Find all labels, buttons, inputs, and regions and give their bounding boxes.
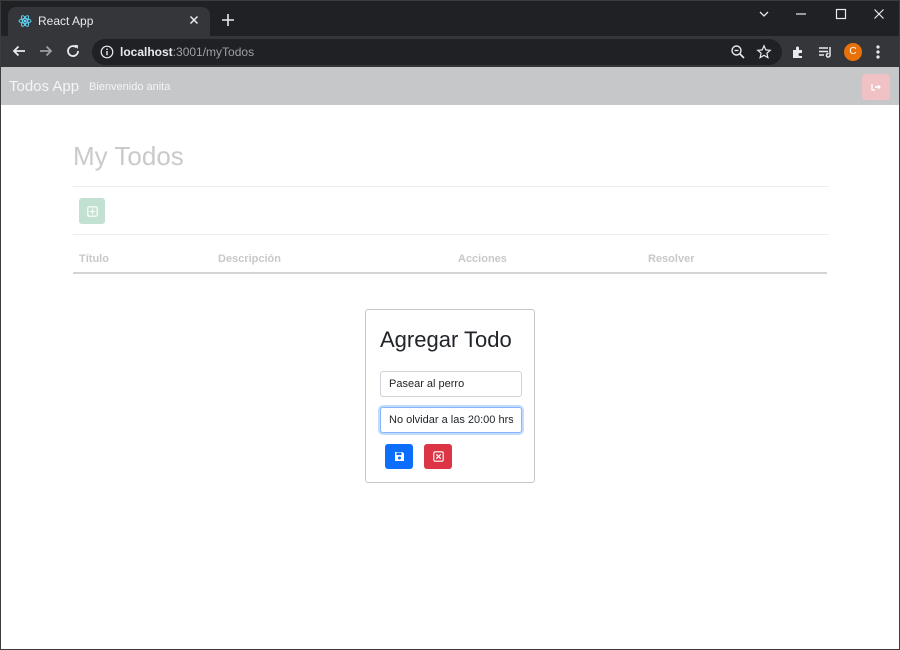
sign-out-icon <box>870 84 881 91</box>
browser-toolbar: localhost:3001/myTodos <box>0 36 900 67</box>
save-icon <box>394 452 404 461</box>
cancel-button[interactable] <box>424 444 452 469</box>
info-icon[interactable] <box>100 45 114 59</box>
back-icon[interactable] <box>9 41 29 61</box>
react-logo-icon <box>18 15 32 27</box>
navbar-brand[interactable]: Todos App <box>9 78 79 95</box>
reload-icon[interactable] <box>63 41 83 61</box>
profile-avatar[interactable]: C <box>844 43 862 61</box>
title-input[interactable] <box>380 371 522 397</box>
add-todo-modal: Agregar Todo <box>365 309 535 483</box>
page-viewport: Todos App Bienvenido anita My Todos Títu… <box>1 67 899 649</box>
reading-list-icon[interactable] <box>815 42 835 62</box>
column-header-resolve: Resolver <box>648 253 695 265</box>
menu-kebab-icon[interactable] <box>868 42 888 62</box>
bookmark-star-icon[interactable] <box>756 44 772 60</box>
close-square-icon <box>432 451 444 462</box>
browser-tabstrip: React App <box>0 0 900 36</box>
save-button[interactable] <box>385 444 413 469</box>
address-bar[interactable]: localhost:3001/myTodos <box>92 39 782 65</box>
modal-title: Agregar Todo <box>380 327 512 352</box>
extensions-icon[interactable] <box>788 42 808 62</box>
description-input[interactable] <box>380 407 522 433</box>
divider <box>73 186 829 187</box>
tab-title: React App <box>38 14 94 28</box>
welcome-text: Bienvenido anita <box>89 81 171 93</box>
close-window-icon[interactable] <box>859 0 899 28</box>
minimize-icon[interactable] <box>781 0 821 28</box>
app-navbar: Todos App Bienvenido anita <box>1 67 899 105</box>
tab-search-icon[interactable] <box>744 0 784 28</box>
column-header-actions: Acciones <box>458 253 507 265</box>
divider <box>73 234 829 235</box>
column-header-title: Título <box>79 253 109 265</box>
add-todo-button[interactable] <box>79 198 105 224</box>
browser-tab[interactable]: React App <box>8 7 210 36</box>
url-text: localhost:3001/myTodos <box>120 45 255 59</box>
logout-button[interactable] <box>862 74 890 100</box>
close-tab-icon[interactable] <box>186 12 202 28</box>
plus-square-icon <box>86 205 98 217</box>
zoom-out-icon[interactable] <box>730 44 746 60</box>
new-tab-icon[interactable] <box>220 12 236 28</box>
forward-icon[interactable] <box>36 41 56 61</box>
maximize-icon[interactable] <box>821 0 861 28</box>
page-title: My Todos <box>73 141 184 171</box>
column-header-description: Descripción <box>218 253 281 265</box>
table-header-border <box>73 272 827 274</box>
